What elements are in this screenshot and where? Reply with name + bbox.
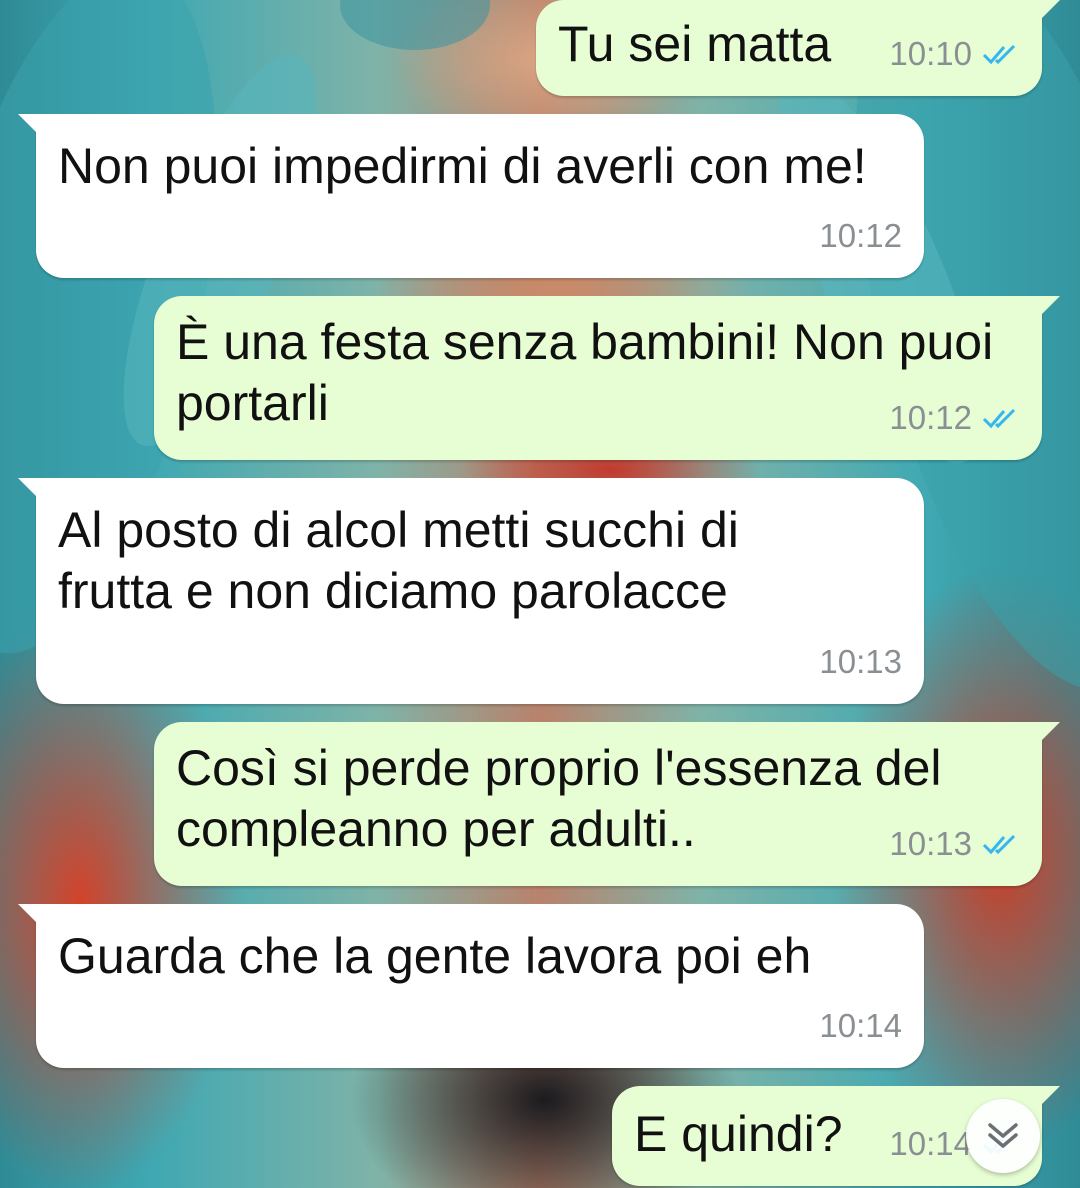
- message-bubble-incoming[interactable]: Guarda che la gente lavora poi eh 10:14: [18, 904, 924, 1068]
- message-meta: 10:13: [819, 631, 902, 692]
- message-time: 10:13: [889, 825, 972, 862]
- message-time: 10:13: [819, 643, 902, 680]
- message-meta: 10:12: [889, 387, 1020, 448]
- message-bubble-outgoing[interactable]: È una festa senza bambini! Non puoi port…: [154, 296, 1060, 460]
- message-time: 10:14: [889, 1125, 972, 1162]
- double-check-read-icon: [982, 408, 1016, 428]
- message-text: Non puoi impedirmi di averli con me!: [58, 138, 867, 194]
- message-time: 10:12: [889, 399, 972, 436]
- scroll-to-bottom-button[interactable]: [966, 1099, 1040, 1173]
- message-bubble-incoming[interactable]: Al posto di alcol metti succhi di frutta…: [18, 478, 924, 704]
- message-meta: 10:10: [889, 23, 1020, 84]
- double-check-read-icon: [982, 834, 1016, 854]
- message-bubble-outgoing[interactable]: Così si perde proprio l'essenza del comp…: [154, 722, 1060, 886]
- message-meta: 10:13: [889, 813, 1020, 874]
- message-meta: 10:12: [819, 205, 902, 266]
- message-list[interactable]: Tu sei matta 10:10 Non puoi impedirmi di…: [0, 0, 1080, 1188]
- message-meta: 10:14: [819, 995, 902, 1056]
- double-chevron-down-icon: [988, 1123, 1018, 1148]
- message-bubble-incoming[interactable]: Non puoi impedirmi di averli con me! 10:…: [18, 114, 924, 278]
- message-bubble-outgoing[interactable]: Tu sei matta 10:10: [536, 0, 1060, 96]
- message-text: Al posto di alcol metti succhi di frutta…: [58, 502, 739, 619]
- message-text: Guarda che la gente lavora poi eh: [58, 928, 812, 984]
- double-check-read-icon: [982, 44, 1016, 64]
- message-time: 10:10: [889, 35, 972, 72]
- message-time: 10:12: [819, 217, 902, 254]
- message-time: 10:14: [819, 1007, 902, 1044]
